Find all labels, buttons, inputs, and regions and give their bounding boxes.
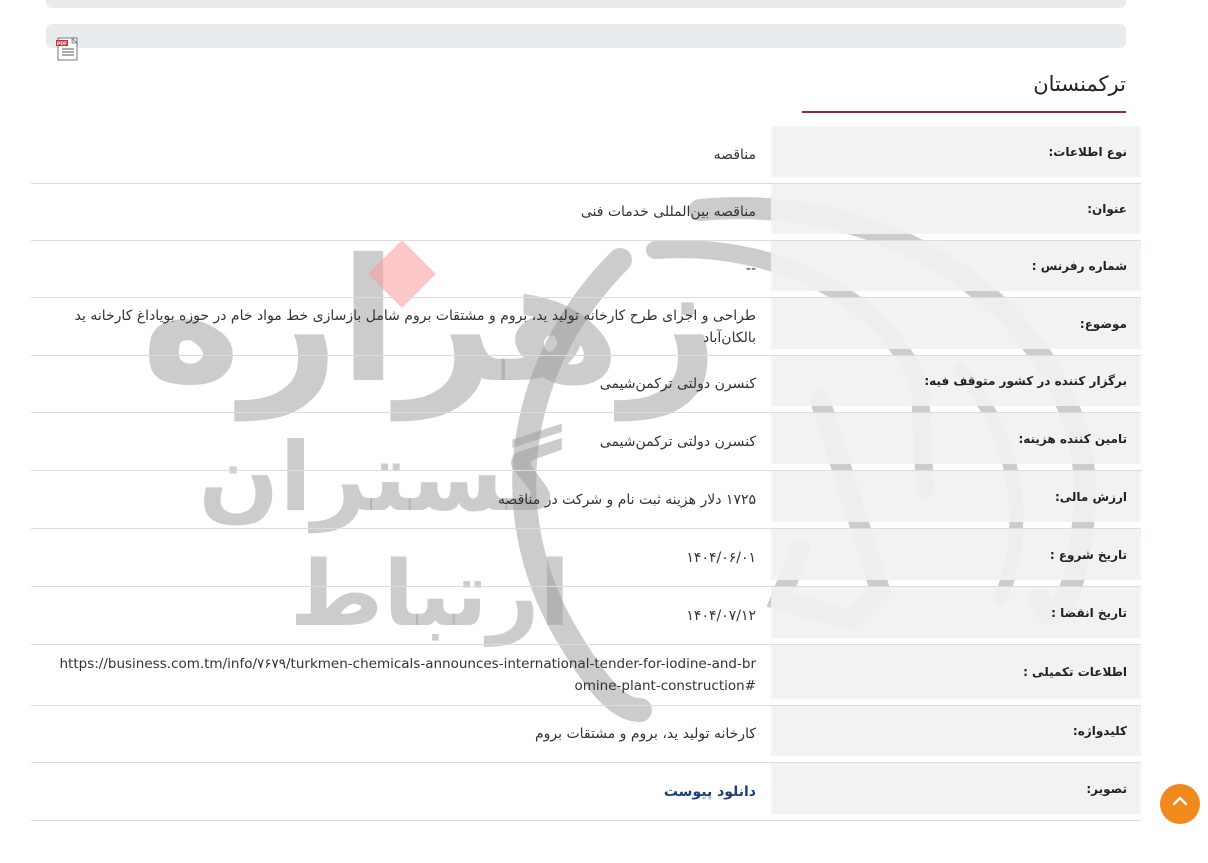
table-row: اطلاعات تکمیلی : https://business.com.tm…	[31, 645, 1141, 706]
row-label: ارزش مالی:	[771, 471, 1141, 522]
row-value: مناقصه بین‌المللی خدمات فنی	[580, 204, 756, 220]
row-label: تامین کننده هزینه:	[771, 413, 1141, 464]
table-row: ارزش مالی: ۱۷۲۵ دلار هزینه ثبت نام و شرک…	[31, 471, 1141, 529]
row-value: طراحی و اجرای طرح کارخانه تولید ید، بروم…	[74, 307, 756, 346]
table-row: تصویر: دانلود پیوست	[31, 763, 1141, 821]
table-row: کلیدواژه: کارخانه تولید ید، بروم و مشتقا…	[31, 706, 1141, 763]
row-label: برگزار کننده در کشور متوقف فیه:	[771, 356, 1141, 406]
title-underline	[802, 111, 1126, 113]
row-value: ۱۷۲۵ دلار هزینه ثبت نام و شرکت در مناقصه	[497, 491, 756, 508]
row-label: تاریخ انقضا :	[771, 587, 1141, 638]
row-label: شماره رفرنس :	[771, 241, 1141, 291]
row-label: تاریخ شروع :	[771, 529, 1141, 580]
top-toolbar-strip	[46, 0, 1126, 8]
row-value: کنسرن دولتی ترکمن‌شیمی	[599, 433, 756, 450]
table-row: شماره رفرنس : --	[31, 241, 1141, 298]
row-value-url: https://business.com.tm/info/۷۶۷۹/turkme…	[59, 656, 757, 694]
row-label: اطلاعات تکمیلی :	[771, 645, 1141, 699]
row-value: کارخانه تولید ید، بروم و مشتقات بروم	[534, 726, 756, 742]
table-row: عنوان: مناقصه بین‌المللی خدمات فنی	[31, 184, 1141, 241]
row-label: نوع اطلاعات:	[771, 126, 1141, 177]
table-row: تامین کننده هزینه: کنسرن دولتی ترکمن‌شیم…	[31, 413, 1141, 471]
table-row: تاریخ انقضا : ۱۴۰۴/۰۷/۱۲	[31, 587, 1141, 645]
pdf-file-icon[interactable]: PDF	[55, 36, 81, 62]
row-label: کلیدواژه:	[771, 706, 1141, 756]
info-table: نوع اطلاعات: مناقصه عنوان: مناقصه بین‌ال…	[31, 126, 1141, 821]
row-value: ۱۴۰۴/۰۶/۰۱	[686, 549, 756, 566]
action-toolbar	[46, 24, 1126, 48]
svg-text:PDF: PDF	[57, 41, 67, 47]
row-value: مناقصه	[713, 146, 756, 163]
row-label: موضوع:	[771, 298, 1141, 349]
download-attachment-link[interactable]: دانلود پیوست	[664, 781, 756, 803]
table-row: تاریخ شروع : ۱۴۰۴/۰۶/۰۱	[31, 529, 1141, 587]
table-row: موضوع: طراحی و اجرای طرح کارخانه تولید ی…	[31, 298, 1141, 356]
row-label: تصویر:	[771, 763, 1141, 814]
row-value: ۱۴۰۴/۰۷/۱۲	[686, 607, 756, 624]
row-label: عنوان:	[771, 184, 1141, 234]
scroll-to-top-button[interactable]	[1160, 784, 1200, 824]
row-value: --	[745, 261, 756, 277]
table-row: نوع اطلاعات: مناقصه	[31, 126, 1141, 184]
table-row: برگزار کننده در کشور متوقف فیه: کنسرن دو…	[31, 356, 1141, 413]
row-value: کنسرن دولتی ترکمن‌شیمی	[599, 376, 756, 392]
row-value-cell: دانلود پیوست	[31, 763, 771, 820]
chevron-up-icon	[1172, 796, 1188, 806]
page-title: ترکمنستان	[1033, 72, 1126, 96]
page: PDF ترکمنستان زهراره گستران ارتباط نوع ا…	[0, 0, 1208, 863]
